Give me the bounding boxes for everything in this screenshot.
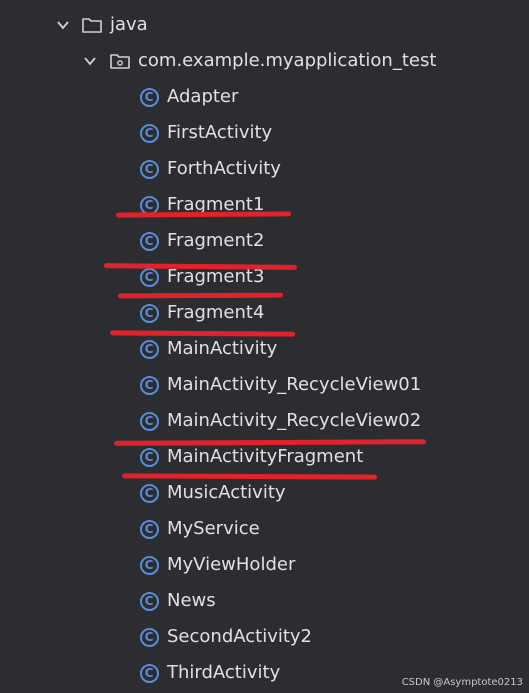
tree-node-label: com.example.myapplication_test	[138, 50, 437, 71]
class-label: MainActivity_RecycleView01	[167, 374, 422, 395]
class-label: FirstActivity	[167, 122, 273, 143]
class-icon: C	[138, 338, 160, 360]
folder-icon	[81, 14, 103, 36]
tree-node-class[interactable]: C SecondActivity2	[0, 619, 529, 655]
class-icon: C	[138, 158, 160, 180]
class-icon-glyph: C	[139, 555, 159, 575]
tree-node-class[interactable]: C Fragment2	[0, 223, 529, 259]
class-icon: C	[138, 374, 160, 396]
tree-node-java[interactable]: java	[0, 7, 529, 43]
class-icon: C	[138, 122, 160, 144]
package-folder-icon	[109, 50, 131, 72]
class-icon: C	[138, 626, 160, 648]
class-icon: C	[138, 302, 160, 324]
class-icon-glyph: C	[139, 411, 159, 431]
class-icon: C	[138, 554, 160, 576]
class-icon: C	[138, 86, 160, 108]
class-icon-glyph: C	[139, 447, 159, 467]
project-tree: java com.example.myapplication_test C Ad…	[0, 0, 529, 693]
class-icon-glyph: C	[139, 375, 159, 395]
tree-node-class[interactable]: C ForthActivity	[0, 151, 529, 187]
class-icon-glyph: C	[139, 303, 159, 323]
class-label: MainActivity_RecycleView02	[167, 410, 422, 431]
class-label: SecondActivity2	[167, 626, 313, 647]
class-icon-glyph: C	[139, 123, 159, 143]
tree-node-class[interactable]: C MainActivity_RecycleView01	[0, 367, 529, 403]
tree-node-class[interactable]: C MainActivity	[0, 331, 529, 367]
class-label: MusicActivity	[167, 482, 286, 503]
tree-node-class[interactable]: C Fragment1	[0, 187, 529, 223]
class-icon-glyph: C	[139, 483, 159, 503]
class-icon-glyph: C	[139, 663, 159, 683]
class-label: News	[167, 590, 216, 611]
class-label: MyService	[167, 518, 260, 539]
class-label: Fragment1	[167, 194, 265, 215]
class-label: Adapter	[167, 86, 239, 107]
class-label: MyViewHolder	[167, 554, 296, 575]
tree-node-class[interactable]: C FirstActivity	[0, 115, 529, 151]
tree-node-class[interactable]: C MainActivityFragment	[0, 439, 529, 475]
class-icon-glyph: C	[139, 519, 159, 539]
class-icon: C	[138, 194, 160, 216]
class-label: MainActivityFragment	[167, 446, 364, 467]
class-icon: C	[138, 482, 160, 504]
tree-node-class[interactable]: C MainActivity_RecycleView02	[0, 403, 529, 439]
class-icon-glyph: C	[139, 339, 159, 359]
watermark: CSDN @Asymptote0213	[401, 677, 523, 688]
class-icon-glyph: C	[139, 627, 159, 647]
chevron-down-icon[interactable]	[55, 17, 71, 33]
class-icon: C	[138, 410, 160, 432]
tree-node-class[interactable]: C News	[0, 583, 529, 619]
class-icon-glyph: C	[139, 231, 159, 251]
class-icon: C	[138, 518, 160, 540]
class-icon: C	[138, 230, 160, 252]
tree-node-class[interactable]: C Adapter	[0, 79, 529, 115]
class-label: MainActivity	[167, 338, 278, 359]
class-icon-glyph: C	[139, 195, 159, 215]
class-label: Fragment4	[167, 302, 265, 323]
chevron-down-icon[interactable]	[82, 53, 98, 69]
class-icon: C	[138, 662, 160, 684]
class-label: Fragment3	[167, 266, 265, 287]
class-label: ForthActivity	[167, 158, 281, 179]
tree-node-package[interactable]: com.example.myapplication_test	[0, 43, 529, 79]
class-icon: C	[138, 266, 160, 288]
class-icon-glyph: C	[139, 591, 159, 611]
class-icon-glyph: C	[139, 159, 159, 179]
tree-node-label: java	[110, 14, 148, 35]
tree-node-class[interactable]: C MyViewHolder	[0, 547, 529, 583]
tree-node-class[interactable]: C MusicActivity	[0, 475, 529, 511]
class-icon-glyph: C	[139, 267, 159, 287]
class-icon-glyph: C	[139, 87, 159, 107]
tree-node-class[interactable]: C MyService	[0, 511, 529, 547]
tree-node-class[interactable]: C Fragment4	[0, 295, 529, 331]
class-label: ThirdActivity	[167, 662, 281, 683]
tree-node-class[interactable]: C Fragment3	[0, 259, 529, 295]
class-icon: C	[138, 446, 160, 468]
class-icon: C	[138, 590, 160, 612]
class-label: Fragment2	[167, 230, 265, 251]
